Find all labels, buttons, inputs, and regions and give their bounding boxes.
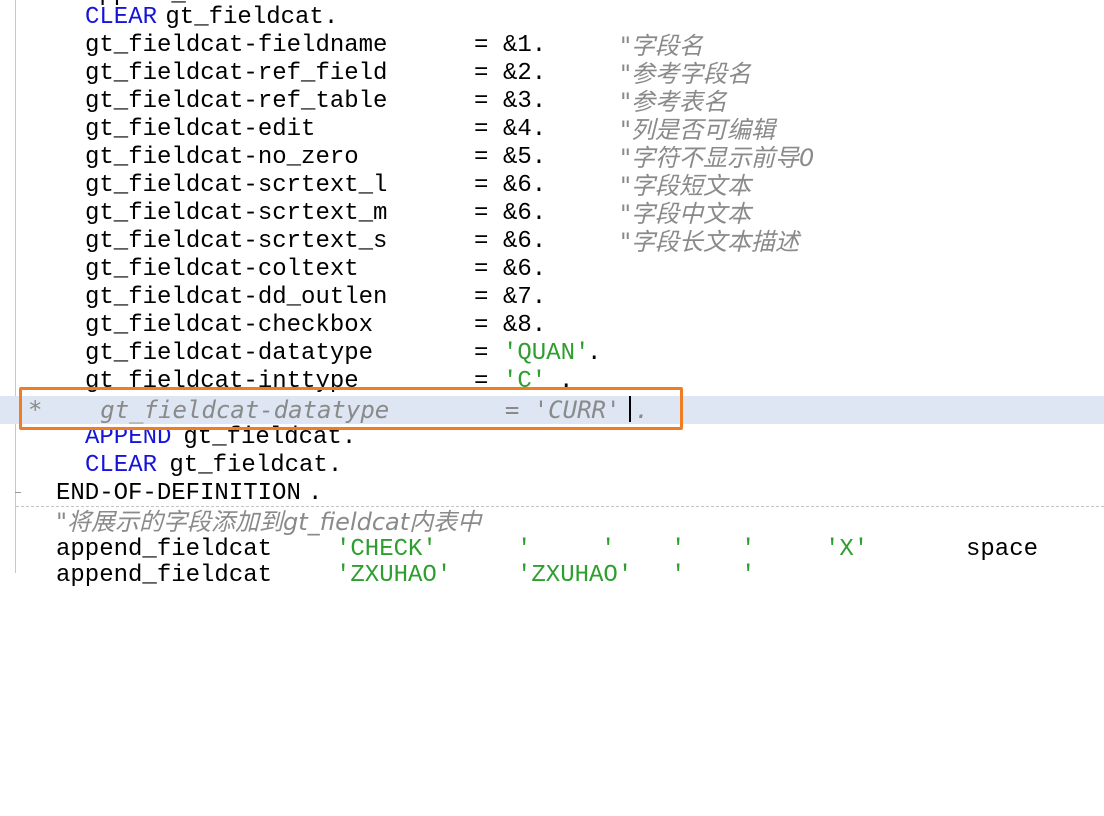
field-name: gt_fieldcat-fieldname [85, 32, 388, 59]
string-literal: ' [517, 536, 532, 563]
macro-param: &6. [503, 200, 547, 227]
field-name: gt_fieldcat-coltext [85, 256, 359, 283]
code-line[interactable]: gt_fieldcat-datatype = 'QUAN' . [0, 340, 1104, 368]
macro-param: &6. [503, 172, 547, 199]
statement-end: . [587, 340, 602, 367]
assign-op: = [474, 284, 489, 311]
statement-end: . [308, 480, 323, 507]
assign-op: = [474, 228, 489, 255]
string-literal: 'QUAN' [503, 340, 590, 367]
macro-param: &6. [503, 256, 547, 283]
string-literal: ' [671, 536, 686, 563]
macro-call: append_fieldcat [56, 562, 273, 589]
code-line[interactable]: gt_fieldcat-ref_field = &2. "参考字段名 [0, 60, 1104, 88]
string-literal: 'ZXUHAO' [517, 562, 633, 589]
assign-op: = [474, 32, 489, 59]
commented-code: * gt_fieldcat-datatype = 'CURR' . [28, 396, 650, 424]
code-line[interactable]: gt_fieldcat-scrtext_m = &6. "字段中文本 [0, 200, 1104, 228]
code-line[interactable]: gt_fieldcat-fieldname = &1. "字段名 [0, 32, 1104, 60]
line-comment: "字符不显示前导0 [620, 144, 815, 172]
space-keyword: space [966, 536, 1039, 563]
string-literal: ' [671, 562, 686, 589]
assign-op: = [474, 60, 489, 87]
assign-op: = [474, 256, 489, 283]
keyword-clear: CLEAR [85, 452, 158, 479]
assign-op: = [474, 368, 489, 395]
current-line-commented[interactable]: * gt_fieldcat-datatype = 'CURR' . [0, 396, 1104, 424]
assign-op: = [474, 172, 489, 199]
keyword-append: APPEND [85, 424, 172, 451]
assign-op: = [474, 144, 489, 171]
string-literal: 'ZXUHAO' [336, 562, 452, 589]
field-name: gt_fieldcat-dd_outlen [85, 284, 388, 311]
assign-op: = [474, 88, 489, 115]
field-name: gt_fieldcat-ref_field [85, 60, 388, 87]
macro-param: &2. [503, 60, 547, 87]
code-line[interactable]: gt_fieldcat-scrtext_l = &6. "字段短文本 [0, 172, 1104, 200]
code-line[interactable]: gt_fieldcat-edit = &4. "列是否可编辑 [0, 116, 1104, 144]
line-comment: "字段长文本描述 [620, 228, 800, 256]
field-name: gt_fieldcat-ref_table [85, 88, 388, 115]
assign-op: = [474, 312, 489, 339]
line-comment: "将展示的字段添加到gt_fieldcat内表中 [56, 508, 482, 536]
macro-param: &4. [503, 116, 547, 143]
macro-param: &1. [503, 32, 547, 59]
code-line[interactable]: END-OF-DEFINITION . [0, 480, 1104, 508]
code-text: gt_fieldcat. [155, 452, 343, 479]
line-comment: "列是否可编辑 [620, 116, 776, 144]
clipped-bottom-line: append_fieldcat 'ZXUHAO' 'ZXUHAO' ' ' [0, 562, 1104, 590]
code-line[interactable]: "将展示的字段添加到gt_fieldcat内表中 [0, 508, 1104, 536]
field-name: gt_fieldcat-scrtext_m [85, 200, 388, 227]
keyword-clear: CLEAR [85, 4, 158, 31]
field-name: gt_fieldcat-datatype [85, 340, 374, 367]
code-line[interactable]: gt_fieldcat-ref_table = &3. "参考表名 [0, 88, 1104, 116]
macro-call: append_fieldcat [56, 536, 273, 563]
macro-param: &5. [503, 144, 547, 171]
line-comment: "字段名 [620, 32, 704, 60]
field-name: gt_fieldcat-edit [85, 116, 316, 143]
code-editor[interactable]: append_fi CLEAR gt_fieldcat. gt_fieldcat… [0, 0, 1104, 589]
field-name: gt_fieldcat-scrtext_s [85, 228, 388, 255]
code-line[interactable]: CLEAR gt_fieldcat. [0, 452, 1104, 480]
field-name: gt_fieldcat-no_zero [85, 144, 359, 171]
code-line[interactable]: gt_fieldcat-inttype = 'C' . [0, 368, 1104, 396]
string-literal: ' [741, 536, 756, 563]
macro-param: &6. [503, 228, 547, 255]
code-line[interactable]: gt_fieldcat-coltext = &6. [0, 256, 1104, 284]
code-text: gt_fieldcat. [151, 4, 339, 31]
field-name: gt_fieldcat-checkbox [85, 312, 374, 339]
field-name: gt_fieldcat-inttype [85, 368, 359, 395]
macro-param: &7. [503, 284, 547, 311]
assign-op: = [474, 116, 489, 143]
string-literal: 'CHECK' [336, 536, 437, 563]
code-line[interactable]: gt_fieldcat-checkbox = &8. [0, 312, 1104, 340]
block-separator [16, 506, 1104, 507]
string-literal: ' [741, 562, 756, 589]
line-comment: "参考字段名 [620, 60, 752, 88]
statement-end: . [559, 368, 574, 395]
string-literal: 'X' [825, 536, 869, 563]
text-cursor [629, 396, 631, 422]
code-line[interactable]: CLEAR gt_fieldcat. [0, 4, 1104, 32]
assign-op: = [474, 200, 489, 227]
keyword-end-of-definition: END-OF-DEFINITION [56, 480, 301, 507]
line-comment: "字段短文本 [620, 172, 752, 200]
code-line[interactable]: gt_fieldcat-dd_outlen = &7. [0, 284, 1104, 312]
macro-param: &8. [503, 312, 547, 339]
line-comment: "参考表名 [620, 88, 728, 116]
code-line[interactable]: gt_fieldcat-no_zero = &5. "字符不显示前导0 [0, 144, 1104, 172]
assign-op: = [474, 340, 489, 367]
string-literal: ' [601, 536, 616, 563]
macro-param: &3. [503, 88, 547, 115]
code-line[interactable]: append_fieldcat 'CHECK' ' ' ' ' 'X' spac… [0, 536, 1104, 564]
code-line[interactable]: gt_fieldcat-scrtext_s = &6. "字段长文本描述 [0, 228, 1104, 256]
field-name: gt_fieldcat-scrtext_l [85, 172, 388, 199]
code-text: gt_fieldcat. [169, 424, 357, 451]
code-line[interactable]: APPEND gt_fieldcat. [0, 424, 1104, 452]
line-comment: "字段中文本 [620, 200, 752, 228]
string-literal: 'C' [503, 368, 547, 395]
